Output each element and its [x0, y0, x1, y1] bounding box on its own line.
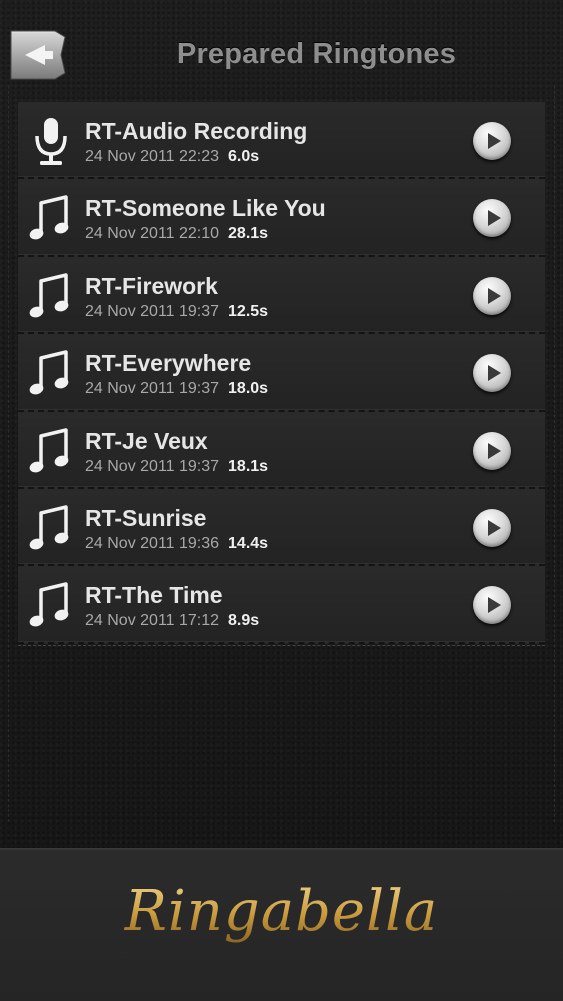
play-button[interactable]	[473, 199, 511, 238]
ringtone-date: 24 Nov 2011 19:37	[85, 457, 220, 475]
footer-bar: Ringabella	[0, 848, 563, 1001]
microphone-icon	[28, 116, 74, 168]
ringtone-duration: 18.1s	[228, 457, 269, 475]
music-note-icon	[28, 580, 74, 632]
ringtone-title: RT-Je Veux	[85, 427, 208, 454]
ringtone-meta: 24 Nov 2011 22:23 6.0s	[85, 148, 259, 166]
music-note-icon	[28, 193, 74, 245]
back-button[interactable]	[9, 29, 67, 81]
music-note-icon	[28, 271, 74, 323]
ringtone-meta: 24 Nov 2011 19:37 12.5s	[85, 303, 268, 321]
ringtone-meta: 24 Nov 2011 22:10 28.1s	[85, 225, 268, 243]
ringtone-duration: 8.9s	[228, 612, 260, 630]
ringtone-list: RT-Audio Recording 24 Nov 2011 22:23 6.0s R…	[18, 102, 545, 647]
play-button[interactable]	[473, 122, 511, 160]
music-note-icon	[28, 426, 74, 478]
ringtone-title: RT-Firework	[85, 272, 218, 299]
ringtone-title: RT-Audio Recording	[85, 118, 308, 144]
ringtone-meta: 24 Nov 2011 19:37 18.0s	[85, 380, 268, 398]
ringtone-date: 24 Nov 2011 22:23	[85, 148, 220, 165]
ringtone-title: RT-Sunrise	[85, 504, 207, 531]
ringtone-duration: 28.1s	[228, 225, 269, 243]
ringtone-date: 24 Nov 2011 19:36	[85, 534, 220, 552]
ringtone-title: RT-Everywhere	[85, 350, 252, 377]
music-note-icon	[28, 348, 74, 400]
ringtone-duration: 14.4s	[228, 534, 269, 552]
ringtone-duration: 6.0s	[228, 148, 260, 165]
play-button[interactable]	[473, 508, 511, 547]
ringtone-duration: 12.5s	[228, 302, 269, 320]
ringtone-row[interactable]: RT-Sunrise 24 Nov 2011 19:36 14.4s	[18, 488, 545, 569]
ringtone-row[interactable]: RT-Someone Like You 24 Nov 2011 22:10 28.1…	[18, 179, 545, 260]
back-arrow-icon	[10, 30, 66, 80]
ringtone-meta: 24 Nov 2011 17:12 8.9s	[85, 612, 259, 630]
ringtone-date: 24 Nov 2011 22:10	[85, 225, 220, 243]
ringtone-row[interactable]: RT-Everywhere 24 Nov 2011 19:37 18.0s	[18, 334, 545, 414]
ringtone-row[interactable]: RT-Audio Recording 24 Nov 2011 22:23 6.0s	[18, 102, 545, 182]
ringtone-meta: 24 Nov 2011 19:36 14.4s	[85, 535, 268, 553]
play-button[interactable]	[473, 354, 511, 393]
music-note-icon	[28, 503, 74, 555]
ringtone-date: 24 Nov 2011 17:12	[85, 612, 220, 630]
play-button[interactable]	[473, 586, 511, 625]
ringtone-title: RT-The Time	[85, 582, 223, 609]
brand-logo: Ringabella	[0, 879, 563, 944]
ringtone-row[interactable]: RT-Firework 24 Nov 2011 19:37 12.5s	[18, 256, 545, 337]
page-title: Prepared Ringtones	[176, 38, 457, 70]
ringtone-title: RT-Someone Like You	[85, 195, 326, 222]
play-button[interactable]	[473, 431, 511, 470]
ringtone-date: 24 Nov 2011 19:37	[85, 302, 220, 320]
ringtone-row[interactable]: RT-The Time 24 Nov 2011 17:12 8.9s	[18, 566, 545, 647]
play-button[interactable]	[473, 276, 511, 315]
ringtone-meta: 24 Nov 2011 19:37 18.1s	[85, 458, 268, 476]
ringtone-date: 24 Nov 2011 19:37	[85, 380, 220, 398]
ringtone-row[interactable]: RT-Je Veux 24 Nov 2011 19:37 18.1s	[18, 411, 545, 492]
ringtone-duration: 18.0s	[228, 380, 269, 398]
